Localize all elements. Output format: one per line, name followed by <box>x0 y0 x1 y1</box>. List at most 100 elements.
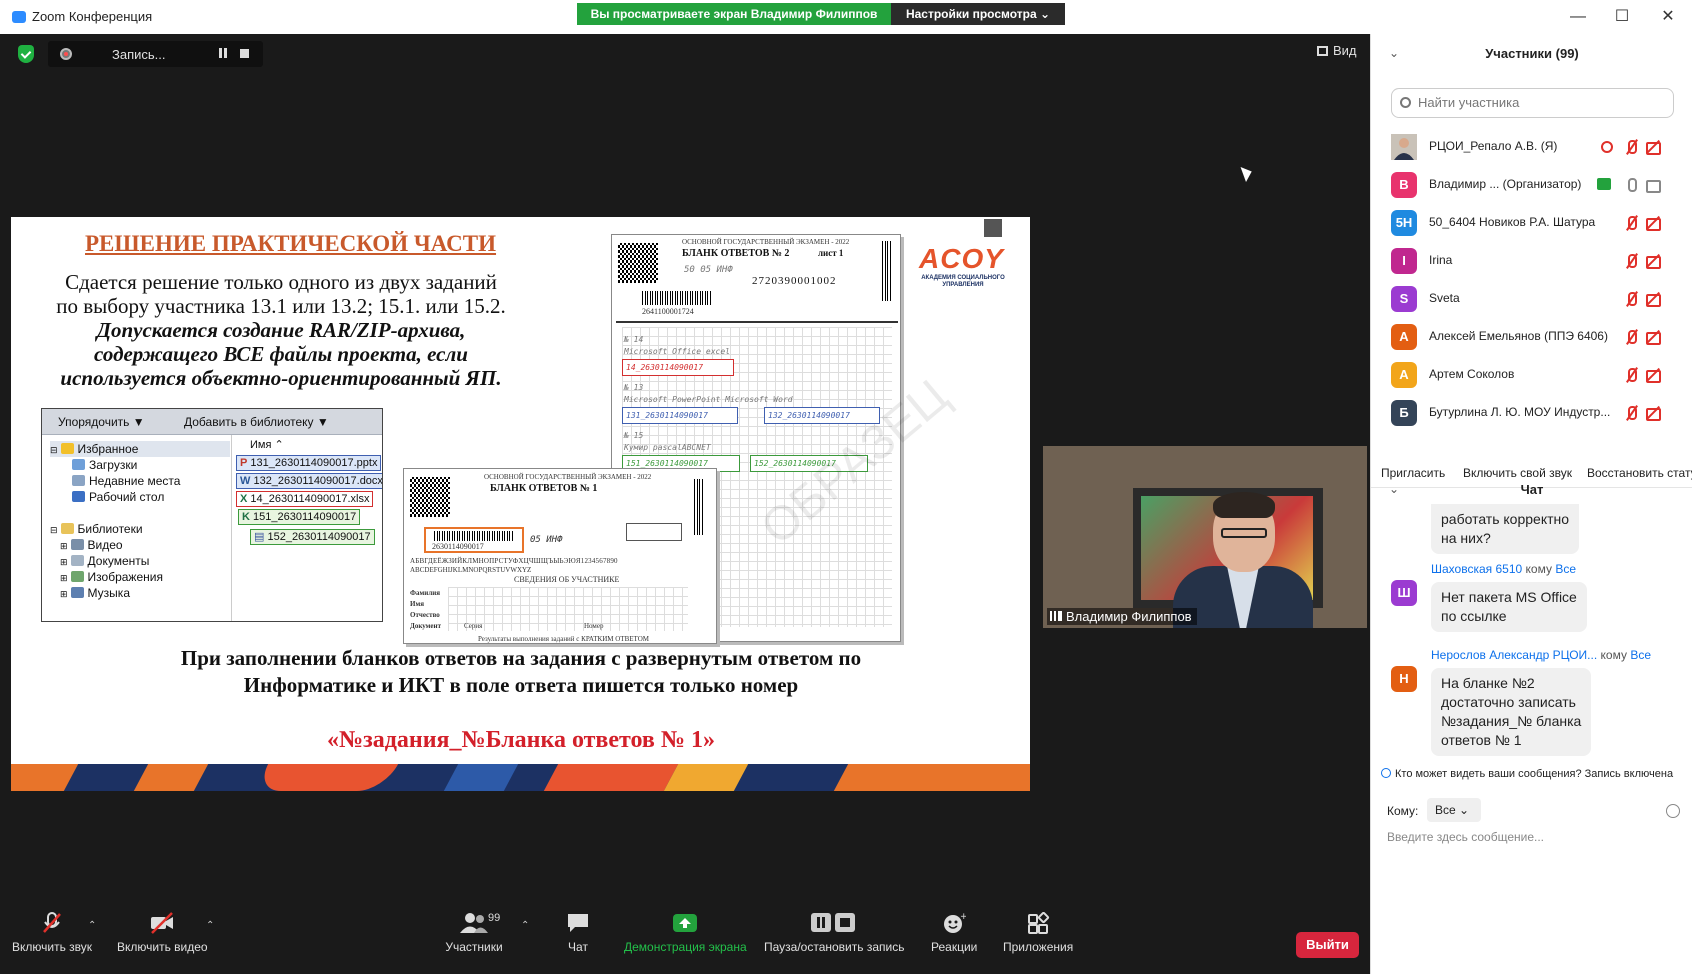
slide-text-line: по выбору участника 13.1 или 13.2; 15.1.… <box>56 294 506 318</box>
start-video-button[interactable]: Включить видео <box>117 912 208 954</box>
view-button[interactable]: Вид <box>1317 43 1357 58</box>
slide-text-line: Информатике и ИКТ в поле ответа пишется … <box>243 673 799 697</box>
camera-off-icon[interactable] <box>1645 330 1661 345</box>
camera-off-icon[interactable] <box>1645 406 1661 421</box>
participant-avatar: Б <box>1391 400 1417 426</box>
chat-button[interactable]: Чат <box>566 912 590 954</box>
screen-sharing-icon[interactable] <box>1597 178 1611 190</box>
audio-options-caret[interactable]: ⌃ <box>88 920 96 931</box>
pause-recording-icon[interactable] <box>216 48 230 60</box>
microphone-icon[interactable] <box>1623 178 1639 192</box>
participant-name: Sveta <box>1429 291 1460 305</box>
message-bubble: Нет пакета MS Office по ссылке <box>1431 582 1587 632</box>
form-code: 50 05 ИНФ <box>684 265 733 275</box>
emoji-icon[interactable] <box>1666 804 1680 818</box>
reactions-button[interactable]: + Реакции <box>931 912 977 954</box>
pause-stop-recording-button[interactable]: Пауза/остановить запись <box>764 912 904 954</box>
leave-meeting-button[interactable]: Выйти <box>1296 932 1359 958</box>
participant-video-tile[interactable]: Владимир Филиппов <box>1043 446 1367 628</box>
microphone-muted-icon[interactable] <box>1623 216 1639 230</box>
zoom-app: Zoom Конференция Вы просматриваете экран… <box>0 0 1692 974</box>
participants-button[interactable]: 99 Участники <box>444 912 504 954</box>
participant-search-input[interactable]: Найти участника <box>1391 88 1674 118</box>
stop-recording-icon[interactable] <box>240 49 249 58</box>
microphone-muted-icon[interactable] <box>1623 140 1639 154</box>
message-recipient[interactable]: Все <box>1555 562 1576 576</box>
microphone-muted-icon[interactable] <box>1623 292 1639 306</box>
signal-strength-icon <box>1050 611 1062 621</box>
chat-recipient-select[interactable]: Все ⌄ <box>1427 798 1481 822</box>
participant-row[interactable]: А Артем Соколов <box>1391 356 1681 394</box>
message-sender[interactable]: Нерослов Александр РЦОИ... <box>1431 648 1597 662</box>
maximize-button[interactable]: ☐ <box>1610 7 1634 27</box>
camera-icon[interactable] <box>1645 178 1661 193</box>
unmute-button[interactable]: Включить звук <box>12 912 92 954</box>
camera-off-icon[interactable] <box>1645 292 1661 307</box>
apps-button[interactable]: Приложения <box>1003 911 1073 954</box>
band-shape <box>253 764 399 791</box>
participant-row[interactable]: I Irina <box>1391 242 1681 280</box>
side-barcode-icon <box>694 479 704 535</box>
form-alphabet: АБВГДЕЁЖЗИЙКЛМНОПРСТУФХЦЧШЩЪЫЬЭЮЯ1234567… <box>410 557 618 565</box>
participants-count: 99 <box>488 912 501 924</box>
invite-button[interactable]: Пригласить <box>1381 466 1445 480</box>
participant-avatar: I <box>1391 248 1417 274</box>
barcode-text: 2641100001724 <box>642 307 694 316</box>
chat-message-input[interactable]: Введите здесь сообщение... <box>1387 830 1544 844</box>
microphone-muted-icon[interactable] <box>1623 406 1639 420</box>
documents-folder-icon <box>70 555 84 566</box>
recording-label: Запись... <box>112 47 166 62</box>
band-shape <box>833 764 1030 791</box>
message-sender[interactable]: Шаховская 6510 <box>1431 562 1522 576</box>
participant-row[interactable]: РЦОИ_Репало А.В. (Я) <box>1391 128 1681 166</box>
message-recipient[interactable]: Все <box>1630 648 1651 662</box>
asou-logo-subtitle: АКАДЕМИЯ СОЦИАЛЬНОГО УПРАВЛЕНИЯ <box>921 275 1005 288</box>
form-field-label: Отчество <box>410 611 440 619</box>
close-button[interactable]: ✕ <box>1656 7 1680 27</box>
form-hand-text: Microsoft PowerPoint Microsoft Word <box>624 395 793 404</box>
participant-avatar: А <box>1391 324 1417 350</box>
tree-node: ⊟ Библиотеки <box>50 522 143 536</box>
participant-name: Бутурлина Л. Ю. МОУ Индустр... <box>1429 405 1611 419</box>
slide-text-line: используется объектно-ориентированный ЯП… <box>60 366 502 390</box>
barcode-text: 2630114090017 <box>432 542 484 551</box>
camera-off-icon[interactable] <box>1645 216 1661 231</box>
file-explorer-image: Упорядочить ▼ Добавить в библиотеку ▼ ⊟ И… <box>41 408 383 622</box>
band-shape <box>543 764 679 791</box>
participant-row[interactable]: В Владимир ... (Организатор) <box>1391 166 1681 204</box>
participants-icon: 99 <box>444 912 504 934</box>
explorer-add-button: Добавить в библиотеку ▼ <box>184 415 329 429</box>
downloads-folder-icon <box>72 459 85 470</box>
camera-off-icon[interactable] <box>1645 140 1661 155</box>
recording-status-icon[interactable] <box>1599 140 1615 154</box>
meeting-toolbar: Включить звук ⌃ Включить видео ⌃ 99 Учас… <box>0 898 1370 974</box>
microphone-muted-icon[interactable] <box>1623 254 1639 268</box>
view-settings-button[interactable]: Настройки просмотра ⌄ <box>891 3 1065 25</box>
participant-row[interactable]: 5Н 50_6404 Новиков Р.А. Шатура <box>1391 204 1681 242</box>
answer-box: 131_2630114090017 <box>622 407 738 424</box>
band-shape <box>11 764 79 791</box>
restore-status-button[interactable]: Восстановить статус <box>1587 466 1692 480</box>
slide-text-line: Допускается создание RAR/ZIP-архива, <box>96 318 466 342</box>
video-options-caret[interactable]: ⌃ <box>206 920 214 931</box>
camera-off-icon[interactable] <box>1645 254 1661 269</box>
microphone-muted-icon[interactable] <box>1623 330 1639 344</box>
participant-row[interactable]: S Sveta <box>1391 280 1681 318</box>
participants-options-caret[interactable]: ⌃ <box>521 920 529 931</box>
expand-icon[interactable] <box>984 219 1002 237</box>
band-shape <box>443 764 519 791</box>
who-can-see-notice[interactable]: Кто может видеть ваши сообщения? Запись … <box>1381 768 1692 780</box>
participant-row[interactable]: Б Бутурлина Л. Ю. МОУ Индустр... <box>1391 394 1681 432</box>
message-bubble: На бланке №2 достаточно записать №задани… <box>1431 668 1592 756</box>
minimize-button[interactable]: — <box>1566 7 1590 27</box>
participant-row[interactable]: А Алексей Емельянов (ППЭ 6406) <box>1391 318 1681 356</box>
camera-off-icon[interactable] <box>1645 368 1661 383</box>
slide-text-intro: Сдается решение только одного из двух за… <box>31 270 531 318</box>
asou-logo: ACOY <box>919 243 1004 274</box>
microphone-muted-icon[interactable] <box>1623 368 1639 382</box>
music-folder-icon <box>70 587 84 598</box>
share-screen-button[interactable]: Демонстрация экрана <box>624 912 747 954</box>
unmute-self-button[interactable]: Включить свой звук <box>1463 466 1572 480</box>
chat-avatar: Ш <box>1391 580 1417 606</box>
security-shield-icon[interactable] <box>18 45 34 63</box>
